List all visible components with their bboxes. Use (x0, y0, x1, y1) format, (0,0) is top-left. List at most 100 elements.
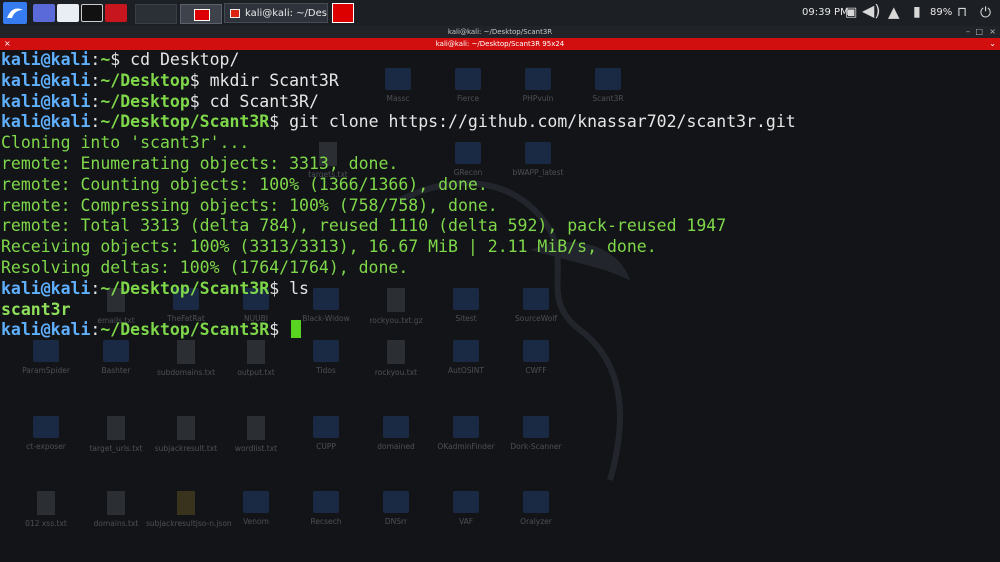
desktop-icon-item: domained (356, 416, 436, 451)
desktop-icon-label: domains.txt (93, 519, 139, 528)
prompt-separator: : (90, 112, 101, 132)
minimize-icon[interactable]: – (966, 26, 970, 38)
terminal-line: kali@kali:~$ cd Desktop/ (1, 50, 796, 71)
prompt-user: kali@kali (1, 50, 91, 69)
terminal-area[interactable]: Massc Fierce PHPvuln Scant3R GRecon bWAPP_lat… (0, 50, 1000, 562)
prompt-user: kali@kali (1, 70, 91, 90)
maximize-icon[interactable]: □ (975, 26, 983, 38)
desktop-icon-label: 012 xss.txt (25, 519, 67, 528)
prompt-symbol: $ (269, 278, 290, 298)
desktop-icon-item: AutOSINT (426, 340, 506, 375)
prompt-separator: : (90, 70, 101, 90)
desktop-icon-item: OKadminFinder (426, 416, 506, 451)
prompt-symbol: $ (189, 70, 210, 90)
file-icon (107, 416, 125, 440)
folder-icon (523, 416, 549, 438)
desktop-icon-label: target_urls.txt (89, 444, 143, 453)
desktop-icon-item: target_urls.txt (76, 416, 156, 453)
terminal-line: Cloning into 'scant3r'... (1, 133, 796, 154)
terminal-icon[interactable] (81, 4, 103, 22)
file-icon (107, 491, 125, 515)
tab-close-icon[interactable]: × (4, 38, 11, 50)
desktop-icon-label: Tidos (316, 366, 336, 375)
desktop-icon-item: output.txt (216, 340, 296, 377)
terminal-line: kali@kali:~/Desktop$ cd Scant3R/ (1, 92, 796, 113)
terminal-tab[interactable]: × kali@kali: ~/Desktop/Scant3R 95x24 ⌄ (0, 38, 1000, 50)
desktop-icon-label: Recsech (310, 517, 342, 526)
desktop-icon-label: ParamSpider (22, 366, 70, 375)
command-text: mkdir Scant3R (209, 70, 339, 90)
output-text: remote: Total 3313 (delta 784), reused 1… (1, 216, 727, 236)
desktop-icon-label: domained (377, 442, 415, 451)
folder-icon (453, 491, 479, 513)
desktop-icon-label: ct-exposer (26, 442, 66, 451)
file-icon (37, 491, 55, 515)
volume-icon[interactable]: ◀) (862, 3, 881, 19)
prompt-cwd: ~/Desktop/Scant3R (100, 278, 270, 298)
battery-icon[interactable]: ▮ (913, 4, 921, 20)
desktop-icon-item: Venom (216, 491, 296, 526)
desktop-icon-label: Oralyzer (520, 517, 552, 526)
terminal-line: remote: Compressing objects: 100% (758/7… (1, 196, 796, 217)
command-text: cd Scant3R/ (209, 91, 319, 111)
folder-icon (243, 491, 269, 513)
close-icon[interactable]: × (989, 26, 996, 38)
folder-icon (453, 340, 479, 362)
desktop-icon-label: Dork-Scanner (510, 442, 562, 451)
text-cursor (291, 320, 302, 339)
desktop-icon-item: Tidos (286, 340, 366, 375)
desktop-icon-label: subjackresultjso-n.json (146, 519, 232, 528)
output-text: Cloning into 'scant3r'... (1, 133, 250, 153)
prompt-separator: : (90, 278, 101, 298)
files-icon[interactable] (57, 4, 79, 22)
desktop-icon-item: Oralyzer (496, 491, 576, 526)
taskbar-second-window-button[interactable] (332, 3, 354, 23)
tab-menu-icon[interactable]: ⌄ (989, 38, 996, 50)
desktop-icon-item: CWFF (496, 340, 576, 375)
workspace-1[interactable] (135, 4, 177, 24)
output-text: scant3r (1, 299, 71, 319)
desktop-icon-item: subdomains.txt (146, 340, 226, 377)
desktop-icon-label: OKadminFinder (437, 442, 495, 451)
command-text: cd Desktop/ (130, 50, 240, 69)
terminal-line: Receiving objects: 100% (3313/3313), 16.… (1, 237, 796, 258)
desktop-icon-label: output.txt (237, 368, 275, 377)
prompt-cwd: ~ (100, 50, 111, 69)
terminal-line: kali@kali:~/Desktop$ mkdir Scant3R (1, 71, 796, 92)
recorder-icon[interactable] (105, 4, 127, 22)
desktop-icon-label: DNSrr (384, 517, 408, 526)
file-icon (387, 340, 405, 364)
output-text: remote: Counting objects: 100% (1366/136… (1, 174, 488, 194)
terminal-line: scant3r (1, 300, 796, 321)
terminal-line: remote: Enumerating objects: 3313, done. (1, 154, 796, 175)
desktop-icon-item: ParamSpider (6, 340, 86, 375)
notification-icon[interactable]: ▲ (888, 4, 900, 20)
folder-icon (453, 416, 479, 438)
terminal-line: remote: Total 3313 (delta 784), reused 1… (1, 216, 796, 237)
desktop-icon-label: subdomains.txt (156, 368, 216, 377)
desktop-icon[interactable] (33, 4, 55, 22)
output-text: remote: Compressing objects: 100% (758/7… (1, 195, 498, 215)
file-icon (247, 416, 265, 440)
prompt-cwd: ~/Desktop/Scant3R (100, 320, 270, 340)
terminal-line: kali@kali:~/Desktop/Scant3R$ ls (1, 279, 796, 300)
prompt-user: kali@kali (1, 112, 91, 132)
lock-icon[interactable]: ⊓ (957, 5, 967, 21)
desktop-icon-label: AutOSINT (448, 366, 484, 375)
taskbar-terminal-button[interactable]: kali@kali: ~/Desktop/Sc (224, 3, 328, 23)
desktop-icon-label: VAF (458, 517, 474, 526)
workspace-2[interactable] (180, 4, 222, 24)
prompt-separator: : (90, 50, 101, 69)
network-icon[interactable]: ▣ (845, 5, 857, 21)
desktop-icon-item: DNSrr (356, 491, 436, 526)
kali-menu-icon[interactable] (3, 2, 27, 24)
terminal-line: Resolving deltas: 100% (1764/1764), done… (1, 258, 796, 279)
terminal-line: kali@kali:~/Desktop/Scant3R$ git clone h… (1, 112, 796, 133)
clock[interactable]: 09:39 PM (802, 0, 849, 26)
prompt-user: kali@kali (1, 278, 91, 298)
desktop-icon-item: VAF (426, 491, 506, 526)
desktop-icon-label: wordlist.txt (234, 444, 278, 453)
power-icon[interactable]: ⏻ (980, 5, 991, 21)
window-titlebar[interactable]: kali@kali: ~/Desktop/Scant3R – □ × (0, 26, 1000, 38)
desktop-icon-item: rockyou.txt (356, 340, 436, 377)
